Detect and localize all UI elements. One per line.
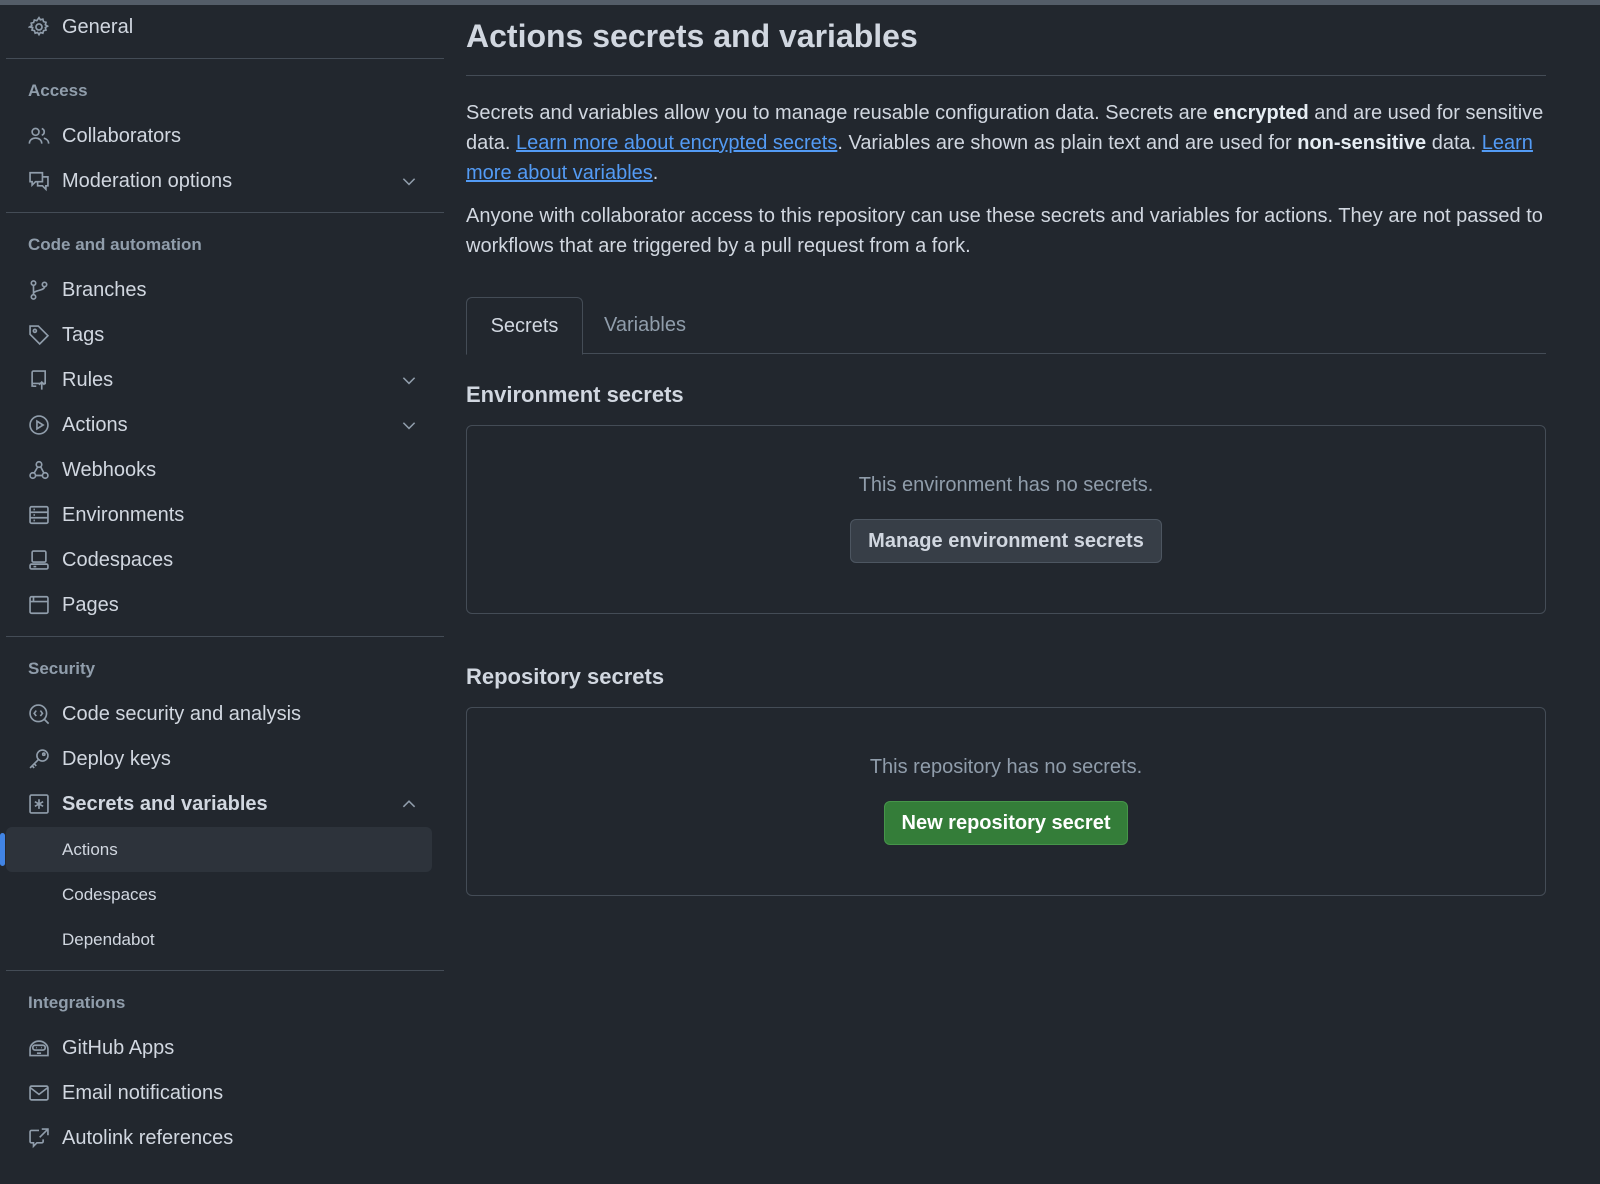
sidebar-subitem-label: Dependabot xyxy=(62,929,155,949)
divider xyxy=(6,636,444,637)
sidebar-item-label: Branches xyxy=(62,279,147,301)
git-branch-icon xyxy=(28,279,50,301)
section-heading-security: Security xyxy=(28,659,96,678)
cross-reference-icon xyxy=(28,1127,50,1149)
chevron-down-icon[interactable] xyxy=(400,416,418,434)
server-icon xyxy=(28,504,50,526)
sidebar-item-autolink-references[interactable]: Autolink references xyxy=(6,1116,444,1161)
sidebar-item-label: Collaborators xyxy=(62,125,181,147)
sidebar-item-label: Pages xyxy=(62,594,119,616)
sidebar-item-label: Email notifications xyxy=(62,1082,224,1104)
manage-environment-secrets-button[interactable]: Manage environment secrets xyxy=(850,519,1162,563)
chevron-up-icon[interactable] xyxy=(400,795,418,813)
sidebar-item-tags[interactable]: Tags xyxy=(6,313,444,358)
sidebar-subitem-label: Codespaces xyxy=(62,884,157,904)
sidebar-item-collaborators[interactable]: Collaborators xyxy=(6,114,444,159)
sidebar-item-webhooks[interactable]: Webhooks xyxy=(6,448,444,493)
sidebar-item-branches[interactable]: Branches xyxy=(6,268,444,313)
people-icon xyxy=(28,125,50,147)
mail-icon xyxy=(28,1082,50,1104)
sidebar-subitem-label: Actions xyxy=(62,839,118,859)
sidebar-item-label: Codespaces xyxy=(62,549,174,571)
webhook-icon xyxy=(28,459,50,481)
sidebar-item-rules[interactable]: Rules xyxy=(6,358,444,403)
divider xyxy=(6,970,444,971)
intro-paragraph: Secrets and variables allow you to manag… xyxy=(466,98,1546,188)
chevron-down-icon[interactable] xyxy=(400,371,418,389)
sidebar-item-label: Actions xyxy=(62,414,128,436)
selected-indicator xyxy=(0,833,5,866)
environment-secrets-heading: Environment secrets xyxy=(466,382,684,407)
learn-more-encrypted-secrets-link[interactable]: Learn more about encrypted secrets xyxy=(516,132,837,154)
settings-sidebar: General Access Collaborators Moderation … xyxy=(0,5,444,1161)
codescan-icon xyxy=(28,703,50,725)
tab-secrets[interactable]: Secrets xyxy=(466,297,583,355)
collaborator-notice: Anyone with collaborator access to this … xyxy=(466,205,1543,257)
codespaces-icon xyxy=(28,549,50,571)
sidebar-item-label: General xyxy=(62,16,134,38)
divider xyxy=(6,212,444,213)
page-title: Actions secrets and variables xyxy=(466,18,918,54)
sidebar-item-github-apps[interactable]: GitHub Apps xyxy=(6,1026,444,1071)
intro-text: data. xyxy=(1426,132,1482,154)
intro-text: . Variables are shown as plain text and … xyxy=(837,132,1298,154)
repository-empty-text: This repository has no secrets. xyxy=(869,756,1143,778)
repository-secrets-box: This repository has no secrets. New repo… xyxy=(466,707,1546,896)
sidebar-item-deploy-keys[interactable]: Deploy keys xyxy=(6,737,444,782)
sidebar-item-label: Code security and analysis xyxy=(62,703,302,725)
intro-text: . xyxy=(652,162,659,184)
section-heading-access: Access xyxy=(28,81,88,100)
sidebar-item-label: Environments xyxy=(62,504,185,526)
intro-bold-encrypted: encrypted xyxy=(1213,102,1309,124)
environment-empty-text: This environment has no secrets. xyxy=(858,474,1154,496)
intro-text: Secrets and variables allow you to manag… xyxy=(466,102,1214,124)
environment-secrets-box: This environment has no secrets. Manage … xyxy=(466,425,1546,614)
tag-icon xyxy=(28,324,50,346)
divider xyxy=(6,58,444,59)
sidebar-item-label: Tags xyxy=(62,324,105,346)
sidebar-item-secrets-and-variables[interactable]: Secrets and variables xyxy=(6,782,444,827)
gear-icon xyxy=(28,16,50,38)
sidebar-item-general[interactable]: General xyxy=(6,5,444,50)
sidebar-subitem-actions[interactable]: Actions xyxy=(0,827,432,872)
repo-push-icon xyxy=(28,369,50,391)
tab-variables[interactable]: Variables xyxy=(590,297,700,353)
key-asterisk-icon xyxy=(28,793,50,815)
intro-bold-non-sensitive: non-sensitive xyxy=(1297,132,1427,154)
key-icon xyxy=(28,748,50,770)
main-content: Actions secrets and variables Secrets an… xyxy=(466,5,1546,896)
browser-icon xyxy=(28,594,50,616)
sidebar-item-code-security[interactable]: Code security and analysis xyxy=(6,692,444,737)
sidebar-item-label: Deploy keys xyxy=(62,748,171,770)
sidebar-item-label: Rules xyxy=(62,369,114,391)
title-divider xyxy=(466,75,1546,76)
comment-discussion-icon xyxy=(28,170,50,192)
sidebar-item-email-notifications[interactable]: Email notifications xyxy=(6,1071,444,1116)
sidebar-subitem-dependabot[interactable]: Dependabot xyxy=(6,917,444,962)
tabs: Secrets Variables xyxy=(466,297,1546,355)
sidebar-item-actions[interactable]: Actions xyxy=(6,403,444,448)
sidebar-item-moderation-options[interactable]: Moderation options xyxy=(6,159,444,204)
section-heading-integrations: Integrations xyxy=(28,993,126,1012)
sidebar-item-label: Secrets and variables xyxy=(62,793,268,815)
play-icon xyxy=(28,414,50,436)
sidebar-item-codespaces[interactable]: Codespaces xyxy=(6,538,444,583)
new-repository-secret-button[interactable]: New repository secret xyxy=(883,801,1129,845)
sidebar-item-label: GitHub Apps xyxy=(62,1037,175,1059)
sidebar-item-label: Webhooks xyxy=(62,459,157,481)
sidebar-item-environments[interactable]: Environments xyxy=(6,493,444,538)
sidebar-subitem-codespaces[interactable]: Codespaces xyxy=(6,872,444,917)
sidebar-item-pages[interactable]: Pages xyxy=(6,583,444,628)
hubot-icon xyxy=(28,1037,50,1059)
sidebar-item-label: Autolink references xyxy=(62,1127,234,1149)
section-heading-code-and-automation: Code and automation xyxy=(28,235,202,254)
sidebar-item-label: Moderation options xyxy=(62,170,233,192)
repository-secrets-heading: Repository secrets xyxy=(466,664,665,689)
chevron-down-icon[interactable] xyxy=(400,172,418,190)
